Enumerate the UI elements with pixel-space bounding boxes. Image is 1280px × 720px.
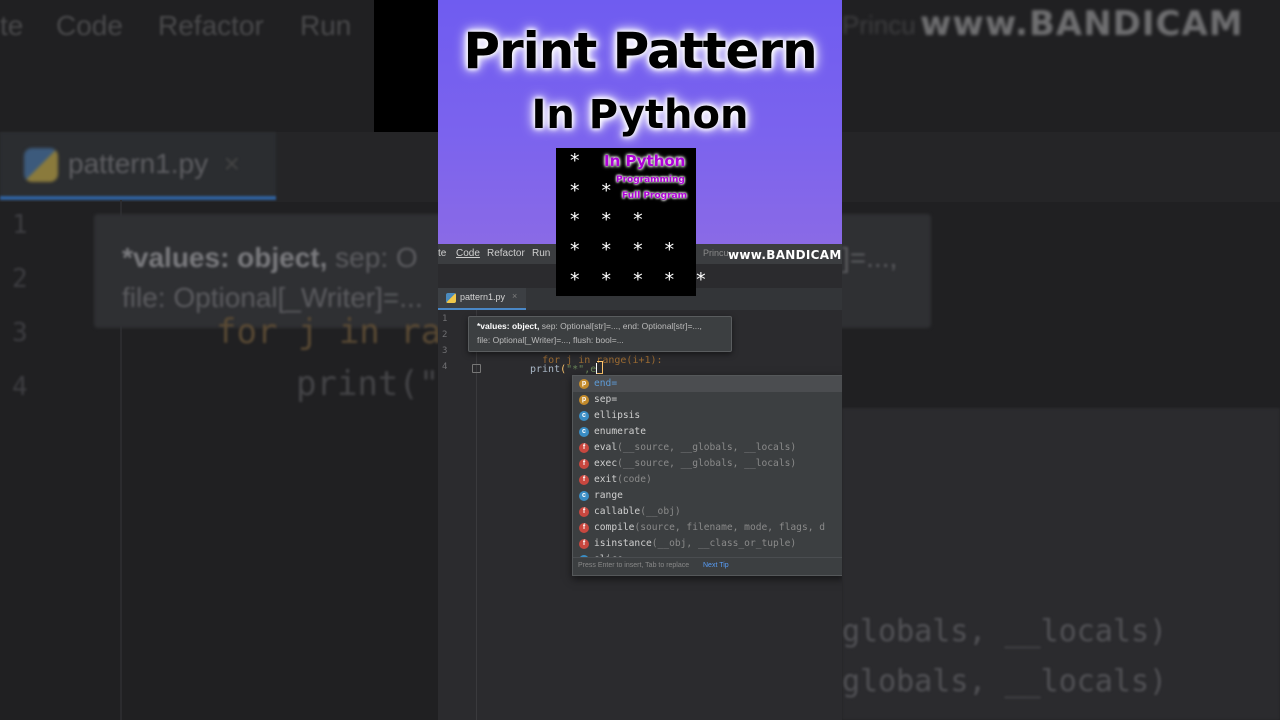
bg-tab-label: pattern1.py ×: [68, 148, 241, 179]
pattern-row: * * *: [570, 209, 651, 231]
class-icon: c: [579, 411, 589, 421]
parameter-icon: p: [579, 395, 589, 405]
fold-marker-icon[interactable]: [472, 364, 481, 373]
completion-item-isinstance[interactable]: f isinstance(__obj, __class_or_tuple): [573, 536, 842, 552]
bg-tooltip-tail: ]=...,: [842, 242, 898, 273]
bandicam-watermark: www.BANDICAM: [728, 248, 842, 262]
video-strip: Print Pattern In Python te Code Refactor…: [438, 0, 842, 720]
bg-python-file-icon: [24, 148, 58, 182]
completion-item-ellipsis[interactable]: c ellipsis: [573, 408, 842, 424]
menu-item-code[interactable]: Code: [456, 248, 480, 259]
closing-paren: [597, 361, 604, 374]
pattern-preview-box: * * * * * * * * * * * * * * * In Python …: [556, 148, 706, 296]
function-icon: f: [579, 507, 589, 517]
thumbnail-subtitle: In Python: [531, 92, 749, 138]
line-number: 1: [442, 314, 448, 324]
bg-code-line3: for j in ra: [216, 312, 442, 352]
completion-item-eval[interactable]: f eval(__source, __globals, __locals): [573, 440, 842, 456]
completion-item-end[interactable]: p end=: [573, 376, 842, 392]
pattern-row: *: [570, 150, 588, 172]
bg-line-numbers: 1 2 3 4: [12, 210, 28, 402]
tooltip-line-1: *values: object, sep: Optional[str]=...,…: [477, 321, 702, 331]
menu-item-refactor[interactable]: Refactor: [487, 248, 525, 259]
function-icon: f: [579, 443, 589, 453]
bg-popup-sig: globals, __locals): [842, 664, 1168, 699]
bg-popup-sig: globals, __locals): [842, 614, 1168, 649]
completion-footer: Press Enter to insert, Tab to replace Ne…: [573, 557, 842, 575]
pattern-row: * * * *: [570, 239, 683, 261]
bg-menu-item: Run: [300, 10, 352, 41]
completion-item-exec[interactable]: f exec(__source, __globals, __locals): [573, 456, 842, 472]
menu-item-te[interactable]: te: [438, 248, 446, 259]
line-number: 4: [442, 362, 448, 372]
next-tip-link[interactable]: Next Tip: [703, 562, 729, 569]
parameter-icon: p: [579, 379, 589, 389]
line-number: 2: [442, 330, 448, 340]
bg-menu-item: Refactor: [158, 10, 264, 41]
project-name-text: Princu: [703, 248, 729, 258]
bg-tooltip-text: *values: object, sep: O file: Optional[_…: [122, 242, 423, 313]
function-icon: f: [579, 475, 589, 485]
menu-item-run[interactable]: Run: [532, 248, 550, 259]
badge-programming: Programming: [616, 175, 685, 185]
function-icon: f: [579, 523, 589, 533]
ide-window: te Code Refactor Run Princu www.BANDICAM…: [438, 244, 842, 720]
completion-item-callable[interactable]: f callable(__obj): [573, 504, 842, 520]
bg-menu-item: te: [0, 10, 24, 41]
bg-princu-text: Princu: [842, 10, 916, 40]
bg-watermark: www.BANDICAM: [920, 4, 1244, 44]
pattern-row: * * * * *: [570, 269, 714, 291]
tab-label[interactable]: pattern1.py: [460, 292, 505, 302]
completion-item-exit[interactable]: f exit(code): [573, 472, 842, 488]
bg-code-line4: print(": [296, 364, 440, 404]
editor-gutter: 1 2 3 4: [438, 310, 481, 720]
pattern-row: * *: [570, 180, 620, 202]
completion-hint: Press Enter to insert, Tab to replace: [578, 562, 690, 569]
badge-full-program: Full Program: [622, 191, 687, 201]
tooltip-line-2: file: Optional[_Writer]=..., flush: bool…: [477, 335, 624, 345]
bg-menu-item: Code: [56, 10, 123, 41]
completion-item-range[interactable]: c range: [573, 488, 842, 504]
completion-item-sep[interactable]: p sep=: [573, 392, 842, 408]
completion-item-compile[interactable]: f compile(source, filename, mode, flags,…: [573, 520, 842, 536]
function-icon: f: [579, 459, 589, 469]
tab-close-icon[interactable]: ×: [512, 291, 517, 301]
class-icon: c: [579, 427, 589, 437]
completion-popup: p end= p sep= c ellipsis c enumerate f e…: [572, 375, 842, 576]
line-number: 3: [442, 346, 448, 356]
completion-item-enumerate[interactable]: c enumerate: [573, 424, 842, 440]
python-file-icon: [446, 293, 456, 303]
code-line-4[interactable]: print("*",e: [530, 361, 604, 375]
parameter-info-tooltip: *values: object, sep: Optional[str]=...,…: [468, 316, 732, 352]
thumbnail-title: Print Pattern: [463, 22, 817, 80]
class-icon: c: [579, 491, 589, 501]
function-icon: f: [579, 539, 589, 549]
badge-in-python: In Python: [604, 152, 686, 170]
